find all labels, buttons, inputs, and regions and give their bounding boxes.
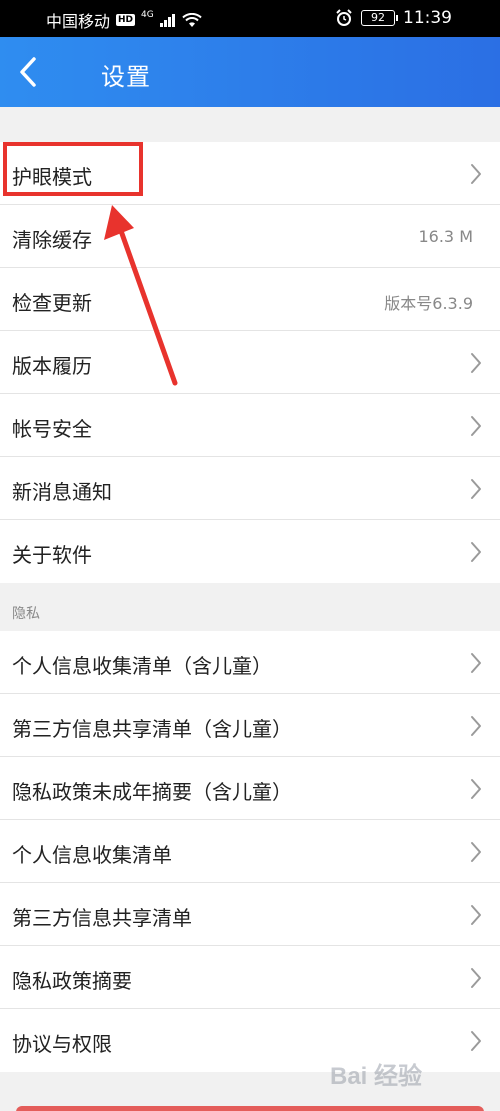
settings-row-label: 新消息通知 — [12, 480, 112, 504]
privacy-row-label: 隐私政策摘要 — [12, 969, 132, 993]
privacy-row[interactable]: 个人信息收集清单（含儿童） — [0, 631, 500, 694]
status-bar: 中国移动 HD 4G 92 11:39 — [0, 0, 500, 37]
settings-row[interactable]: 帐号安全 — [0, 394, 500, 457]
privacy-row[interactable]: 隐私政策摘要 — [0, 946, 500, 1009]
chevron-right-icon — [471, 353, 481, 373]
top-spacer — [0, 107, 500, 142]
settings-row[interactable]: 检查更新 版本号6.3.9 — [0, 268, 500, 331]
settings-list: 护眼模式清除缓存 16.3 M 检查更新 版本号6.3.9 版本履历帐号安全新消息通知关… — [0, 142, 500, 583]
settings-row-value: 16.3 M — [418, 227, 473, 246]
settings-row-label: 清除缓存 — [12, 228, 92, 252]
baidu-watermark: Bai 经验 — [330, 1062, 422, 1090]
privacy-row-label: 个人信息收集清单（含儿童） — [12, 654, 272, 678]
settings-row-label: 检查更新 — [12, 291, 92, 315]
privacy-row-label: 协议与权限 — [12, 1032, 112, 1056]
battery-indicator: 92 — [361, 10, 398, 26]
back-button[interactable] — [12, 51, 52, 91]
page-title: 设置 — [101, 63, 151, 91]
chevron-right-icon — [471, 968, 481, 988]
settings-row[interactable]: 护眼模式 — [0, 142, 500, 205]
settings-row[interactable]: 版本履历 — [0, 331, 500, 394]
alarm-icon — [336, 9, 352, 26]
signal-icon — [159, 14, 175, 27]
chevron-right-icon — [471, 905, 481, 925]
privacy-row-label: 个人信息收集清单 — [12, 843, 172, 867]
privacy-list: 个人信息收集清单（含儿童） 第三方信息共享清单（含儿童） 隐私政策未成年摘要（含儿童… — [0, 631, 500, 1072]
chevron-right-icon — [471, 779, 481, 799]
carrier-label: 中国移动 — [46, 12, 111, 31]
settings-row-label: 版本履历 — [12, 354, 92, 378]
settings-row[interactable]: 新消息通知 — [0, 457, 500, 520]
chevron-right-icon — [471, 416, 481, 436]
chevron-right-icon — [471, 842, 481, 862]
privacy-section-label: 隐私 — [12, 606, 40, 622]
settings-row-label: 关于软件 — [12, 543, 92, 567]
privacy-row[interactable]: 个人信息收集清单 — [0, 820, 500, 883]
privacy-row-label: 第三方信息共享清单（含儿童） — [12, 717, 292, 741]
hd-badge: HD — [116, 14, 136, 26]
chevron-right-icon — [471, 716, 481, 736]
privacy-row[interactable]: 第三方信息共享清单（含儿童） — [0, 694, 500, 757]
settings-row[interactable]: 清除缓存 16.3 M — [0, 205, 500, 268]
settings-row-label: 护眼模式 — [12, 165, 92, 189]
settings-row-value: 版本号6.3.9 — [384, 294, 473, 313]
privacy-row[interactable]: 隐私政策未成年摘要（含儿童） — [0, 757, 500, 820]
privacy-row-label: 第三方信息共享清单 — [12, 906, 192, 930]
logout-button-edge[interactable] — [16, 1106, 484, 1111]
chevron-right-icon — [471, 653, 481, 673]
chevron-right-icon — [471, 1031, 481, 1051]
wifi-icon — [182, 12, 202, 27]
watermark-text: Bai 经验 — [330, 1062, 422, 1090]
network-indicator: 4G — [141, 10, 154, 20]
chevron-left-icon — [20, 57, 36, 87]
privacy-row-label: 隐私政策未成年摘要（含儿童） — [12, 780, 292, 804]
settings-row-label: 帐号安全 — [12, 417, 92, 441]
chevron-right-icon — [471, 479, 481, 499]
privacy-section-header: 隐私 — [0, 585, 500, 631]
app-header: 设置 — [0, 37, 500, 107]
clock: 11:39 — [403, 8, 452, 28]
chevron-right-icon — [471, 164, 481, 184]
chevron-right-icon — [471, 542, 481, 562]
settings-row[interactable]: 关于软件 — [0, 520, 500, 583]
privacy-row[interactable]: 第三方信息共享清单 — [0, 883, 500, 946]
